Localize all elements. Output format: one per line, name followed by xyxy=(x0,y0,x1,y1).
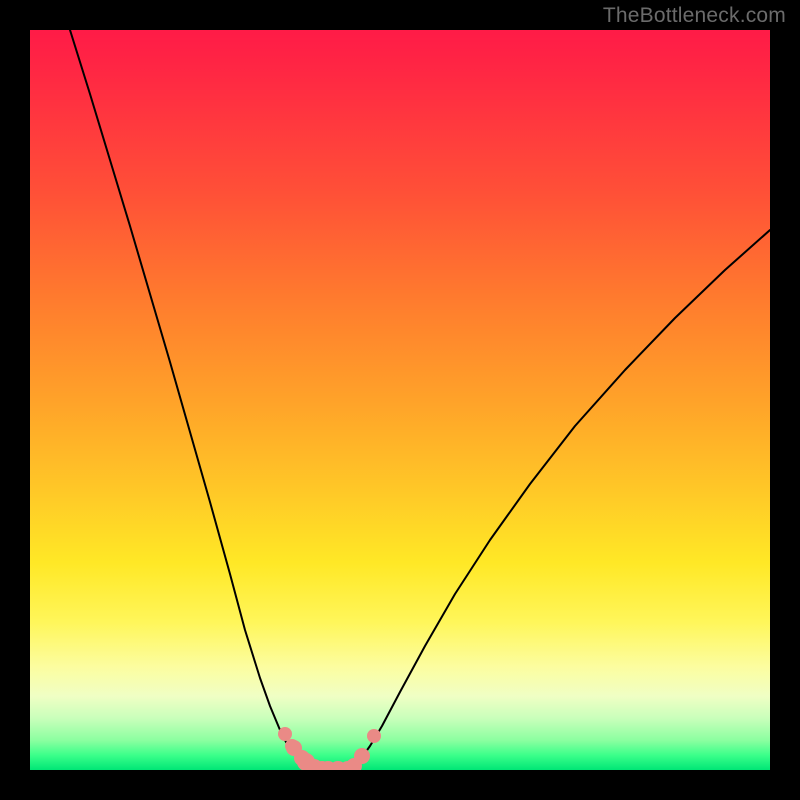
series-right-curve xyxy=(350,230,770,770)
series-left-curve xyxy=(70,30,310,770)
chart-markers xyxy=(278,727,381,770)
chart-svg xyxy=(30,30,770,770)
watermark-text: TheBottleneck.com xyxy=(603,4,786,28)
marker-dot-3 xyxy=(367,729,381,743)
marker-dot-1 xyxy=(278,727,292,741)
marker-seg-4b xyxy=(354,748,370,764)
chart-plot-area xyxy=(30,30,770,770)
chart-curves xyxy=(70,30,770,770)
chart-frame: TheBottleneck.com xyxy=(0,0,800,800)
